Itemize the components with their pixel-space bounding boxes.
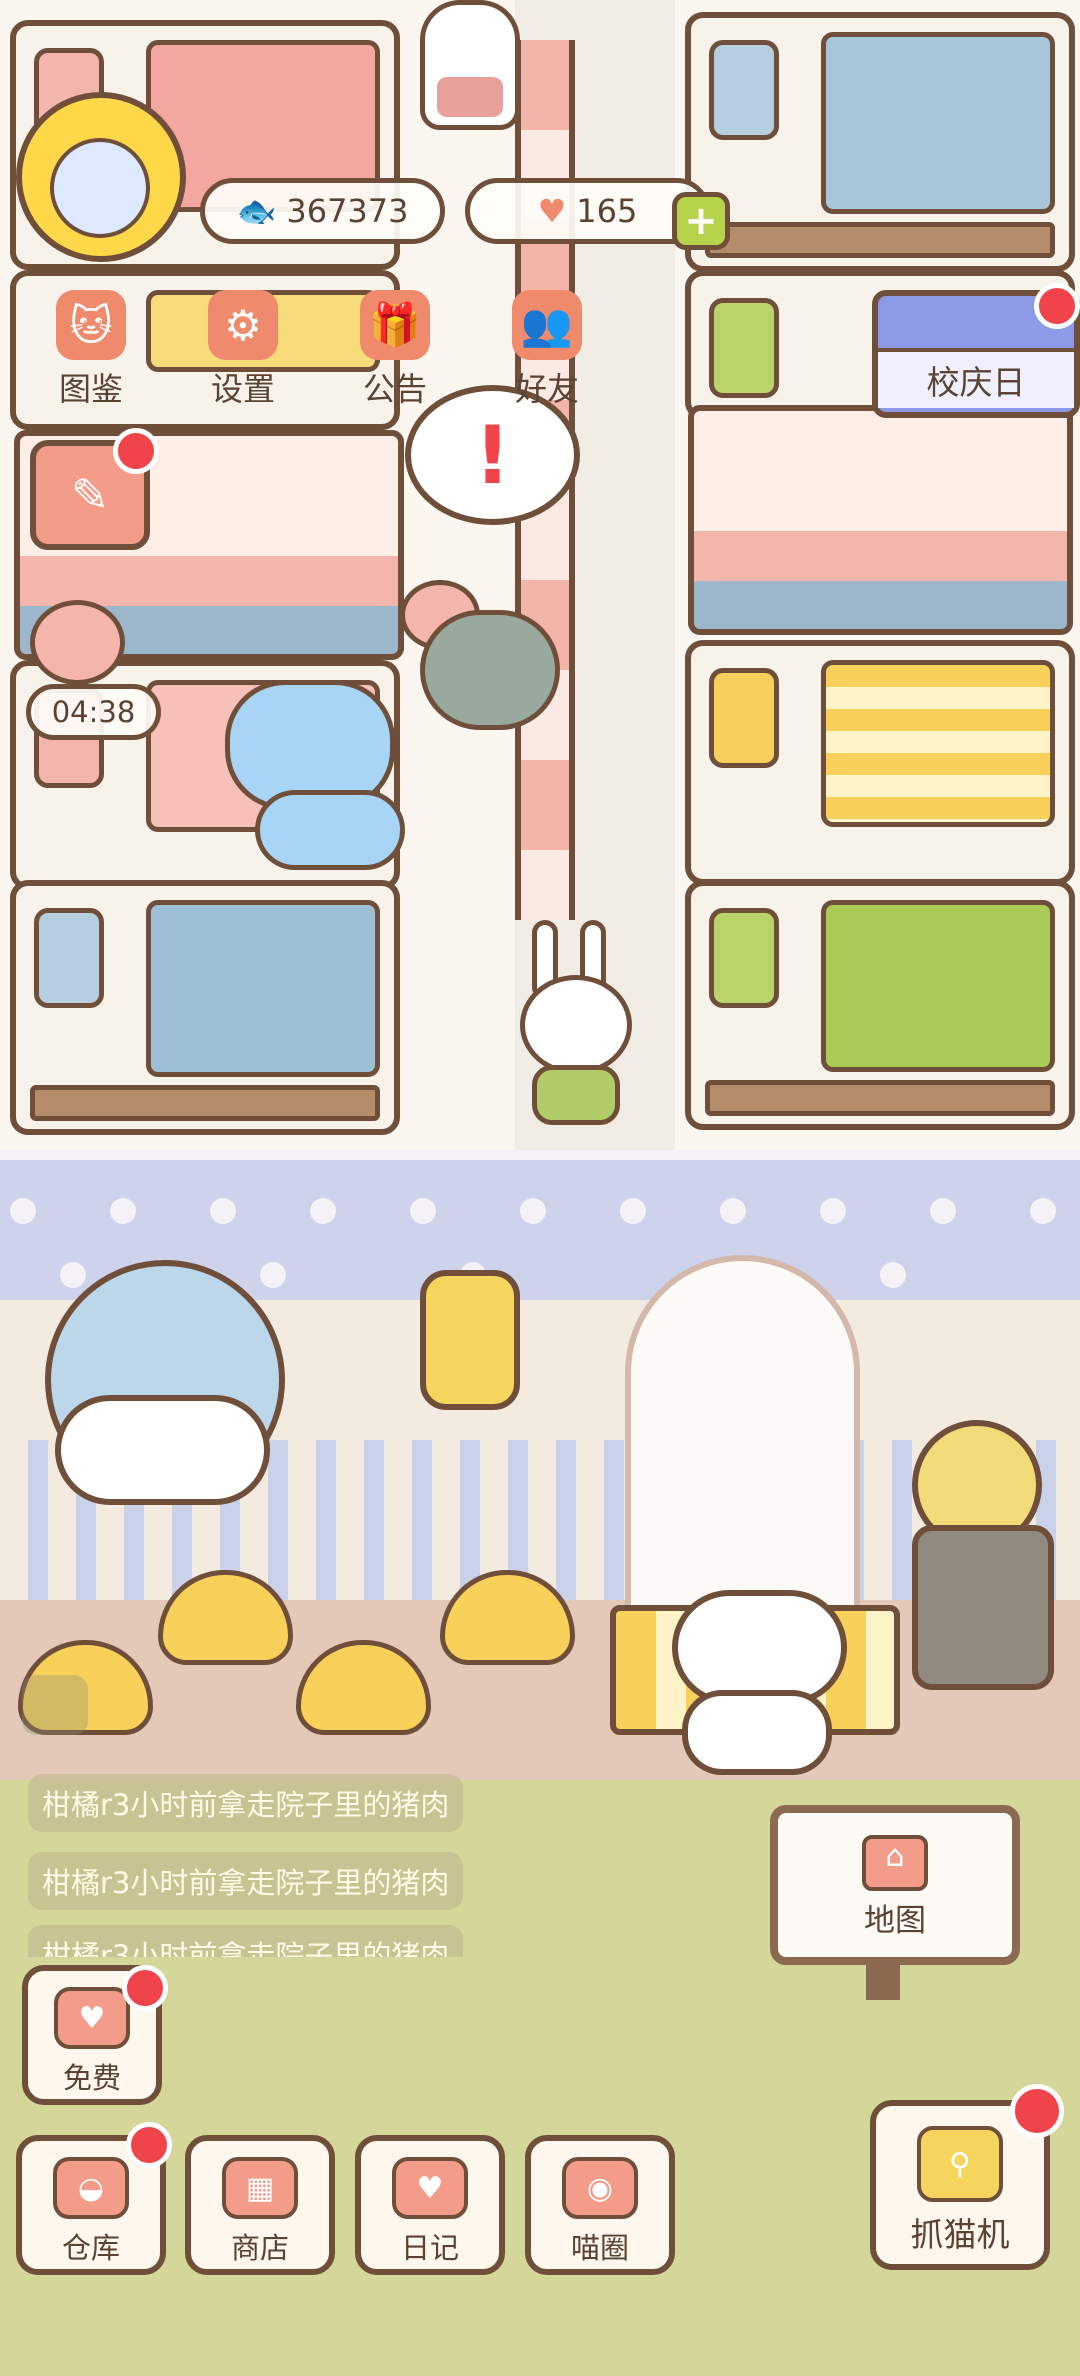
activity-log-item: 柑橘r3小时前拿走院子里的猪肉 <box>28 1925 464 1957</box>
nav-meow-circle[interactable]: ◉ 喵圈 <box>525 2135 675 2275</box>
bed-blue-right[interactable] <box>685 12 1075 272</box>
nav-warehouse-label: 仓库 <box>61 2231 120 2265</box>
fish-icon: 🐟 <box>236 192 277 230</box>
player-avatar[interactable] <box>16 92 186 262</box>
bunny-character[interactable] <box>520 920 635 1130</box>
archway-door[interactable] <box>625 1255 860 1645</box>
friends-icon: 👥 <box>512 290 582 360</box>
warehouse-icon: ◒ <box>53 2157 129 2219</box>
house-icon: ⌂ <box>862 1835 928 1891</box>
cat-book-icon: 🐱 <box>56 290 126 360</box>
nav-diary[interactable]: ♥ 日记 <box>355 2135 505 2275</box>
mouse-timer-icon <box>30 600 125 685</box>
map-button[interactable]: ⌂ 地图 <box>770 1805 1020 1965</box>
chat-toggle-button[interactable] <box>22 1675 88 1735</box>
menu-settings-label: 设置 <box>210 370 275 408</box>
event-banner-label: 校庆日 <box>878 348 1074 408</box>
activity-log-item: 柑橘r3小时前拿走院子里的猪肉 <box>28 1852 464 1910</box>
blue-cat-character[interactable] <box>225 680 425 880</box>
white-cat-character[interactable] <box>672 1590 852 1780</box>
lantern[interactable] <box>420 1270 520 1410</box>
bed-striped[interactable] <box>685 640 1075 885</box>
activity-log-clip: 柑橘r3小时前拿走院子里的猪肉 <box>28 1925 464 1957</box>
menu-friends[interactable]: 👥 好友 <box>492 290 602 410</box>
claw-notification-dot <box>1010 2084 1064 2138</box>
wall-edge <box>0 1150 1080 1160</box>
countdown-timer-value: 04:38 <box>51 695 136 729</box>
nav-diary-label: 日记 <box>400 2231 459 2265</box>
heart-icon: ♥ <box>537 192 567 230</box>
nav-shop[interactable]: ▦ 商店 <box>185 2135 335 2275</box>
free-button-label: 免费 <box>62 2061 121 2095</box>
heart-value: 165 <box>576 192 638 230</box>
avatar-face <box>50 138 150 238</box>
menu-friends-label: 好友 <box>514 370 579 408</box>
gray-mouse-character[interactable] <box>400 580 590 740</box>
bed-curtain-right[interactable] <box>688 405 1073 635</box>
cat-planet-icon: ◉ <box>562 2157 638 2219</box>
menu-catalog-label: 图鉴 <box>58 370 123 408</box>
menu-announcements[interactable]: 🎁 公告 <box>340 290 450 410</box>
bed-blue-left[interactable] <box>10 880 400 1135</box>
shop-icon: ▦ <box>222 2157 298 2219</box>
claw-icon: ⚲ <box>917 2126 1003 2202</box>
fish-coin-counter[interactable]: 🐟 367373 <box>200 178 445 244</box>
menu-announcements-label: 公告 <box>362 370 427 408</box>
claw-machine-label: 抓猫机 <box>910 2215 1010 2254</box>
gear-icon: ⚙ <box>208 290 278 360</box>
add-hearts-button[interactable]: + <box>672 192 730 250</box>
nav-meow-circle-label: 喵圈 <box>570 2231 629 2265</box>
nav-shop-label: 商店 <box>230 2231 289 2265</box>
countdown-timer[interactable]: 04:38 <box>26 684 161 740</box>
menu-settings[interactable]: ⚙ 设置 <box>188 290 298 410</box>
gift-icon: 🎁 <box>360 290 430 360</box>
diary-icon: ♥ <box>392 2157 468 2219</box>
stove[interactable] <box>912 1525 1054 1690</box>
hud-menu: 🐱 图鉴 ⚙ 设置 🎁 公告 👥 好友 <box>36 290 602 410</box>
menu-catalog[interactable]: 🐱 图鉴 <box>36 290 146 410</box>
edit-notification-dot <box>113 428 159 474</box>
free-notification-dot <box>122 1965 168 2011</box>
heart-icon: ♥ <box>54 1987 130 2049</box>
pencil-icon: ✎ <box>70 468 110 522</box>
bunny-character-top[interactable] <box>420 0 520 130</box>
bed-green[interactable] <box>685 880 1075 1130</box>
warehouse-notification-dot <box>126 2122 172 2168</box>
map-button-label: 地图 <box>864 1903 926 1939</box>
activity-log-item: 柑橘r3小时前拿走院子里的猪肉 <box>28 1774 464 1832</box>
fish-coin-value: 367373 <box>286 192 409 230</box>
cloud-base <box>55 1395 270 1505</box>
event-notification-dot <box>1034 283 1080 329</box>
